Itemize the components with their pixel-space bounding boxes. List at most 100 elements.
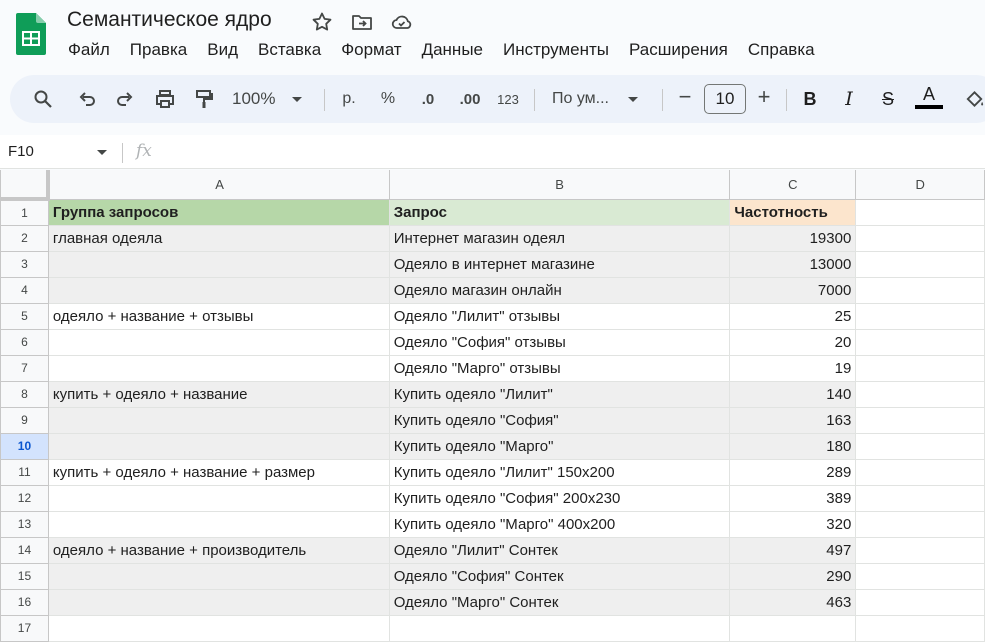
cell-a5[interactable]: одеяло + название + отзывы	[47, 302, 390, 330]
menu-edit[interactable]: Правка	[120, 38, 197, 62]
cell-d1[interactable]	[855, 198, 985, 226]
cell-c17[interactable]	[729, 614, 857, 642]
cell-c12[interactable]: 389	[729, 484, 857, 512]
cell-b1[interactable]: Запрос	[388, 198, 731, 226]
cell-a9[interactable]	[47, 406, 390, 434]
currency-format-button[interactable]: р.	[337, 87, 361, 111]
cell-c11[interactable]: 289	[729, 458, 857, 486]
row-header[interactable]: 15	[0, 562, 49, 590]
zoom-select[interactable]: 100%	[232, 87, 312, 111]
menu-format[interactable]: Формат	[331, 38, 411, 62]
row-header[interactable]: 14	[0, 536, 49, 564]
cell-d17[interactable]	[855, 614, 985, 642]
cell-c13[interactable]: 320	[729, 510, 857, 538]
cell-a2[interactable]: главная одеяла	[47, 224, 390, 252]
cell-c7[interactable]: 19	[729, 354, 857, 382]
row-header[interactable]: 10	[0, 432, 49, 460]
name-box[interactable]: F10	[8, 143, 34, 160]
strikethrough-button[interactable]: S	[876, 87, 900, 111]
cell-c6[interactable]: 20	[729, 328, 857, 356]
row-header[interactable]: 4	[0, 276, 49, 304]
bold-button[interactable]: B	[798, 87, 822, 111]
cell-a3[interactable]	[47, 250, 390, 278]
cell-c14[interactable]: 497	[729, 536, 857, 564]
decrease-font-size-button[interactable]: −	[674, 84, 696, 109]
formula-input[interactable]	[170, 141, 970, 163]
cell-a6[interactable]	[47, 328, 390, 356]
cell-c9[interactable]: 163	[729, 406, 857, 434]
cell-c15[interactable]: 290	[729, 562, 857, 590]
font-size-input[interactable]: 10	[704, 84, 746, 114]
undo-button[interactable]	[75, 87, 99, 111]
cell-b16[interactable]: Одеяло "Марго" Сонтек	[388, 588, 731, 616]
select-all-corner[interactable]	[0, 170, 51, 201]
cell-c1[interactable]: Частотность	[729, 198, 857, 226]
menu-tools[interactable]: Инструменты	[493, 38, 619, 62]
cell-b17[interactable]	[388, 614, 731, 642]
row-header[interactable]: 1	[0, 198, 49, 226]
cell-b6[interactable]: Одеяло "София" отзывы	[388, 328, 731, 356]
cell-d2[interactable]	[855, 224, 985, 252]
row-header[interactable]: 13	[0, 510, 49, 538]
cell-b4[interactable]: Одеяло магазин онлайн	[388, 276, 731, 304]
row-header[interactable]: 16	[0, 588, 49, 616]
cell-d9[interactable]	[855, 406, 985, 434]
cell-b11[interactable]: Купить одеяло "Лилит" 150x200	[388, 458, 731, 486]
row-header[interactable]: 7	[0, 354, 49, 382]
cloud-saved-icon[interactable]	[390, 10, 414, 34]
menu-data[interactable]: Данные	[412, 38, 493, 62]
cell-d4[interactable]	[855, 276, 985, 304]
column-header-c[interactable]: C	[729, 170, 857, 200]
text-color-button[interactable]: A	[914, 85, 944, 109]
search-menus-button[interactable]	[31, 87, 55, 111]
increase-decimal-button[interactable]: .00	[454, 87, 486, 111]
cell-a16[interactable]	[47, 588, 390, 616]
cell-c8[interactable]: 140	[729, 380, 857, 408]
cell-c10[interactable]: 180	[729, 432, 857, 460]
font-family-select[interactable]: По ум...	[552, 87, 652, 111]
cell-d7[interactable]	[855, 354, 985, 382]
cell-b8[interactable]: Купить одеяло "Лилит"	[388, 380, 731, 408]
menu-help[interactable]: Справка	[738, 38, 825, 62]
row-header[interactable]: 5	[0, 302, 49, 330]
cell-b10[interactable]: Купить одеяло "Марго"	[388, 432, 731, 460]
cell-d6[interactable]	[855, 328, 985, 356]
cell-a12[interactable]	[47, 484, 390, 512]
sheets-logo-icon[interactable]	[16, 13, 46, 55]
star-icon[interactable]	[310, 10, 334, 34]
cell-a4[interactable]	[47, 276, 390, 304]
cell-c16[interactable]: 463	[729, 588, 857, 616]
cell-b7[interactable]: Одеяло "Марго" отзывы	[388, 354, 731, 382]
cell-d15[interactable]	[855, 562, 985, 590]
cell-b13[interactable]: Купить одеяло "Марго" 400x200	[388, 510, 731, 538]
cell-a15[interactable]	[47, 562, 390, 590]
column-header-b[interactable]: B	[388, 170, 731, 200]
row-header[interactable]: 6	[0, 328, 49, 356]
cell-b2[interactable]: Интернет магазин одеял	[388, 224, 731, 252]
cell-c2[interactable]: 19300	[729, 224, 857, 252]
menu-insert[interactable]: Вставка	[248, 38, 331, 62]
cell-a10[interactable]	[47, 432, 390, 460]
percent-format-button[interactable]: %	[376, 87, 400, 111]
cell-b15[interactable]: Одеяло "София" Сонтек	[388, 562, 731, 590]
cell-d12[interactable]	[855, 484, 985, 512]
row-header[interactable]: 2	[0, 224, 49, 252]
fill-color-button[interactable]	[964, 87, 985, 111]
more-formats-button[interactable]: 123	[494, 87, 522, 111]
column-header-a[interactable]: A	[47, 170, 390, 200]
chevron-down-icon[interactable]	[96, 149, 108, 157]
row-header[interactable]: 9	[0, 406, 49, 434]
document-title[interactable]: Семантическое ядро	[67, 8, 272, 32]
cell-a7[interactable]	[47, 354, 390, 382]
cell-d3[interactable]	[855, 250, 985, 278]
cell-b9[interactable]: Купить одеяло "София"	[388, 406, 731, 434]
cell-c4[interactable]: 7000	[729, 276, 857, 304]
cell-c3[interactable]: 13000	[729, 250, 857, 278]
cell-d11[interactable]	[855, 458, 985, 486]
column-header-d[interactable]: D	[855, 170, 985, 200]
cell-a11[interactable]: купить + одеяло + название + размер	[47, 458, 390, 486]
redo-button[interactable]	[113, 87, 137, 111]
cell-b5[interactable]: Одеяло "Лилит" отзывы	[388, 302, 731, 330]
cell-a17[interactable]	[47, 614, 390, 642]
cell-b3[interactable]: Одеяло в интернет магазине	[388, 250, 731, 278]
